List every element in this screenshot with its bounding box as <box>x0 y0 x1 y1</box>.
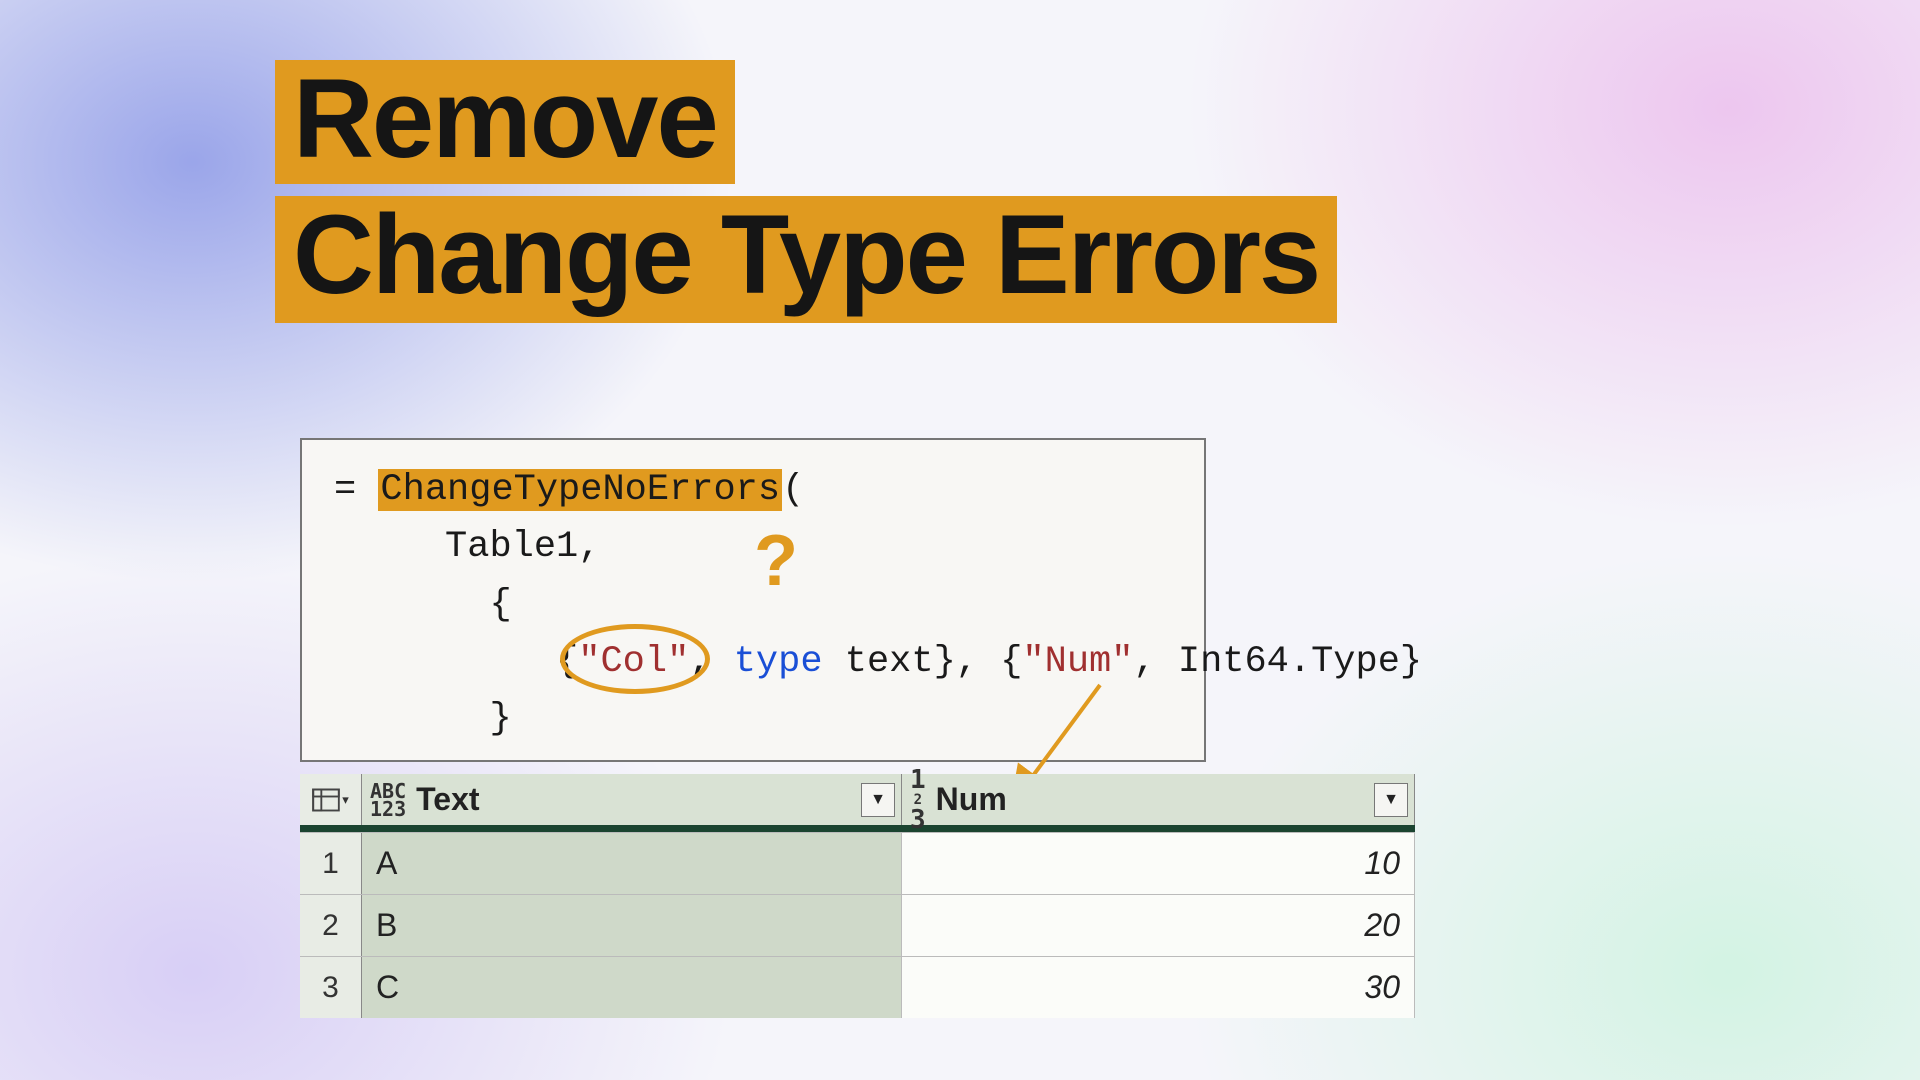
cell-num[interactable]: 20 <box>902 895 1415 956</box>
table-row[interactable]: 2 B 20 <box>300 894 1415 956</box>
row-index: 2 <box>300 895 362 956</box>
formula-col2-type: Int64.Type <box>1178 641 1400 683</box>
column-filter-button[interactable]: ▼ <box>1374 783 1408 817</box>
cell-num[interactable]: 30 <box>902 957 1415 1018</box>
table-icon <box>312 788 340 812</box>
row-index: 3 <box>300 957 362 1018</box>
formula-open-list: { <box>489 584 511 626</box>
headline-line1: Remove <box>275 60 735 184</box>
table-body: 1 A 10 2 B 20 3 C 30 <box>300 832 1415 1018</box>
chevron-down-icon: ▾ <box>342 792 349 808</box>
column-headers: ▾ ABC123 Text ▼ 123 Num ▼ <box>300 774 1415 832</box>
column-header-label: Num <box>936 781 1007 818</box>
chevron-down-icon: ▼ <box>870 791 886 809</box>
formula-eq: = <box>334 469 378 511</box>
column-filter-button[interactable]: ▼ <box>861 783 895 817</box>
headline: Remove Change Type Errors <box>275 60 1337 323</box>
formula-col1-name: "Col" <box>578 641 689 683</box>
column-header-label: Text <box>416 781 479 818</box>
cell-text[interactable]: C <box>362 957 902 1018</box>
table-corner-menu[interactable]: ▾ <box>300 774 362 825</box>
column-header-text[interactable]: ABC123 Text ▼ <box>362 774 902 825</box>
cell-text[interactable]: B <box>362 895 902 956</box>
formula-content: = ChangeTypeNoErrors( Table1, { {"Col", … <box>302 440 1204 749</box>
formula-function-name: ChangeTypeNoErrors <box>378 469 782 511</box>
datatype-int-icon: 123 <box>910 767 926 833</box>
cell-num[interactable]: 10 <box>902 833 1415 894</box>
table-row[interactable]: 1 A 10 <box>300 832 1415 894</box>
preview-table: ▾ ABC123 Text ▼ 123 Num ▼ 1 A 10 2 B <box>300 774 1415 1018</box>
formula-col1-type: text <box>845 641 934 683</box>
cell-text[interactable]: A <box>362 833 902 894</box>
chevron-down-icon: ▼ <box>1383 791 1399 809</box>
datatype-any-icon: ABC123 <box>370 782 406 818</box>
formula-col2-name: "Num" <box>1022 641 1133 683</box>
question-mark-annotation: ? <box>754 520 798 602</box>
headline-line2: Change Type Errors <box>275 196 1337 324</box>
formula-close-list: } <box>489 698 511 740</box>
table-row[interactable]: 3 C 30 <box>300 956 1415 1018</box>
formula-type-keyword: type <box>734 641 823 683</box>
column-header-num[interactable]: 123 Num ▼ <box>902 774 1415 825</box>
formula-bar[interactable]: = ChangeTypeNoErrors( Table1, { {"Col", … <box>300 438 1206 762</box>
formula-arg-table: Table1 <box>445 526 578 568</box>
row-index: 1 <box>300 833 362 894</box>
